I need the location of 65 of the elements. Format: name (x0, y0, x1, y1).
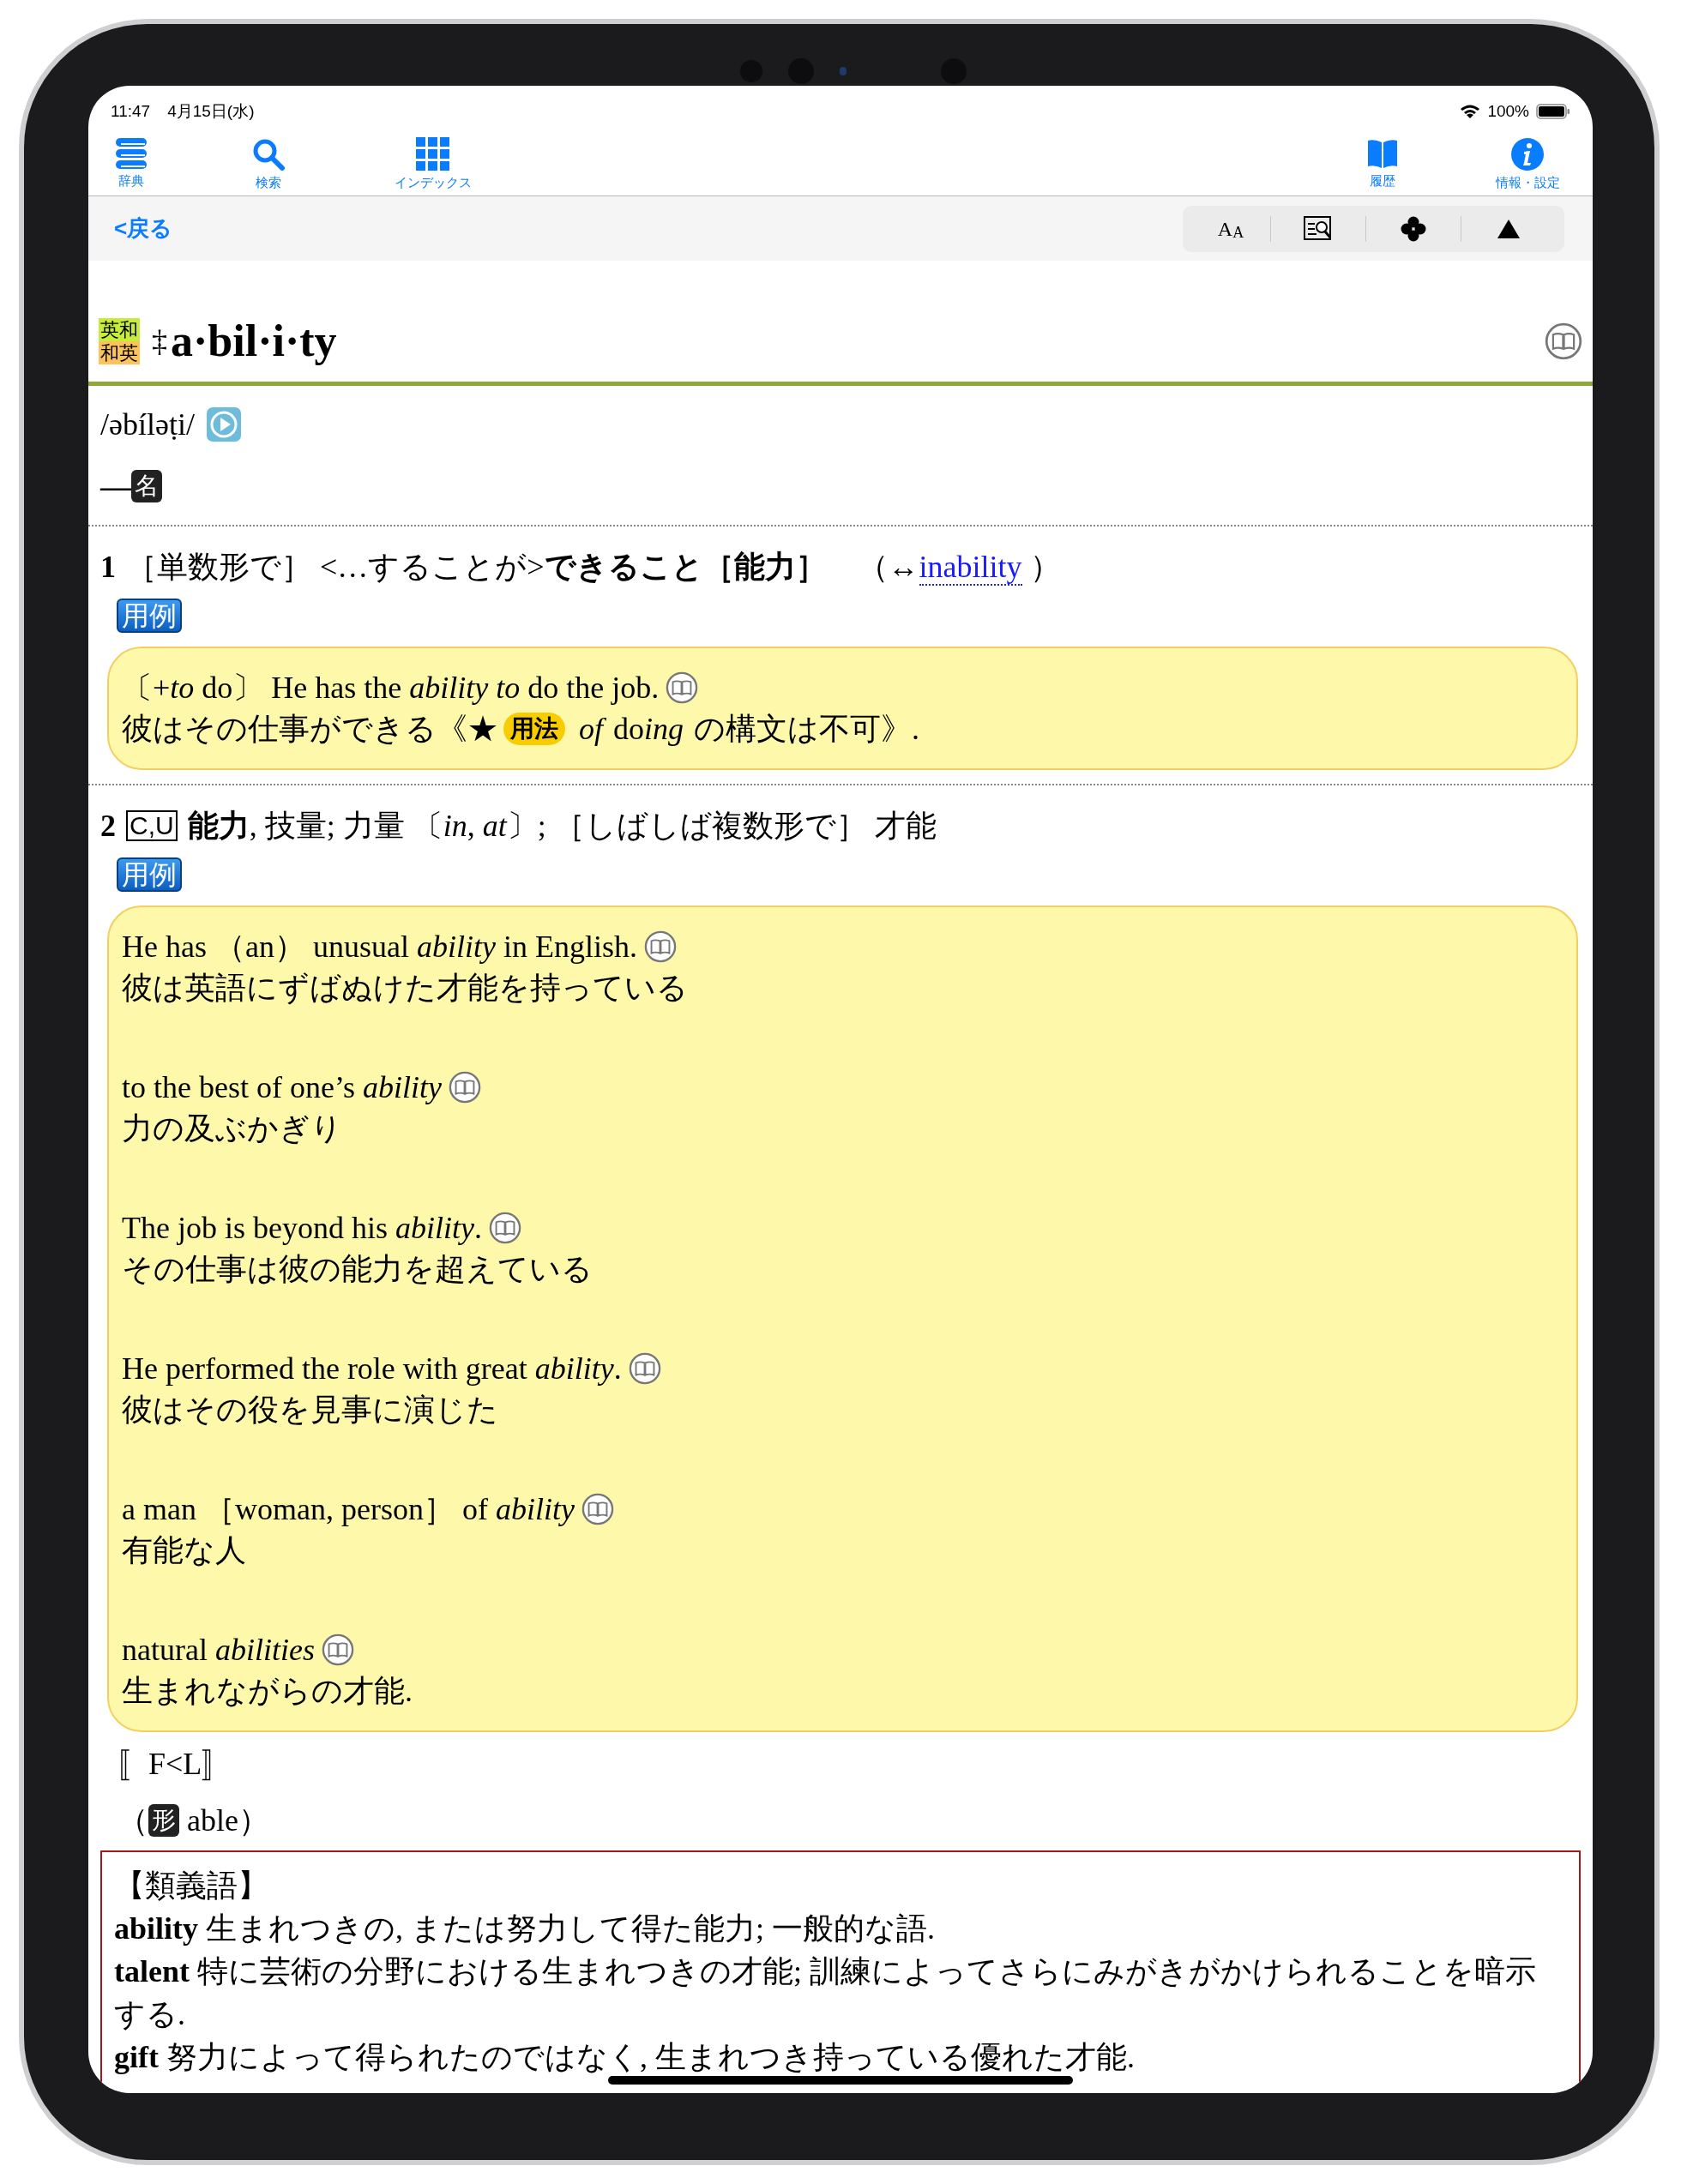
audio-book-icon[interactable] (628, 1352, 661, 1385)
example-japanese: 彼はその役を見事に演じた (122, 1392, 498, 1429)
toolbar-button[interactable]: 履歴 (1340, 136, 1425, 192)
headword: a·bil·i·ty (171, 315, 337, 367)
audio-book-icon[interactable] (321, 1633, 354, 1666)
battery-icon (1536, 103, 1570, 119)
etymology: 〚F<L〛 (117, 1747, 233, 1781)
back-button[interactable]: <戻る (114, 212, 173, 245)
example-japanese: 力の及ぶかぎり (122, 1110, 342, 1147)
example-english: natural abilities (122, 1632, 315, 1669)
sense-definition: ［単数形で］ <…することが>できること［能力］ （↔inability ） (126, 549, 1061, 587)
clover-icon[interactable] (1401, 215, 1426, 242)
toolbar-button[interactable]: 検索 (226, 136, 311, 192)
example-label: 用例 (117, 599, 182, 633)
audio-book-icon[interactable] (489, 1212, 521, 1244)
sense-number: 2 (100, 808, 116, 845)
battery-percent: 100% (1487, 100, 1529, 122)
example-english: 〔+to do〕 He has the ability to do the job. (122, 670, 660, 707)
example-english: He has （an） unusual ability in English. (122, 929, 637, 966)
usage-note: of doing の構文は不可》. (578, 711, 920, 748)
example-japanese: 彼はその仕事ができる《★ (122, 711, 498, 748)
antonym-link[interactable]: inability (919, 550, 1022, 586)
scroll-top-icon[interactable] (1497, 218, 1521, 239)
books-icon (114, 136, 148, 170)
audio-book-icon[interactable] (666, 671, 699, 704)
related-word: able） (186, 1802, 269, 1839)
dictionary-badge: 英和 (99, 317, 140, 341)
audio-book-icon[interactable] (1545, 322, 1582, 360)
pronunciation: /əbíləṭi/ (100, 406, 195, 443)
find-in-page-icon[interactable] (1304, 215, 1333, 242)
stress-mark: ‡ (152, 325, 167, 357)
example-english: a man ［woman, person］ of ability (122, 1491, 575, 1528)
bracket: （ (117, 1802, 148, 1839)
toolbar-button[interactable]: 辞典 (88, 136, 174, 192)
part-of-speech-badge: 名 (131, 470, 162, 502)
status-time: 11:47 (111, 100, 151, 122)
dictionary-badge: 和英 (99, 340, 140, 364)
info-icon (1510, 136, 1545, 171)
example-label: 用例 (117, 857, 182, 892)
example-english: The job is beyond his ability. (122, 1210, 482, 1247)
font-size-button[interactable]: A$_{A}$ (1191, 205, 1270, 252)
synonym-heading: 【類義語】 (114, 1868, 269, 1904)
sense-number: 1 (100, 549, 116, 586)
example-japanese: 彼は英語にずばぬけた才能を持っている (122, 970, 688, 1007)
audio-book-icon[interactable] (448, 1071, 481, 1104)
toolbar-button[interactable]: 情報・設定 (1467, 136, 1588, 192)
wifi-icon (1460, 103, 1481, 119)
toolbar-button[interactable]: インデックス (365, 136, 502, 192)
example-english: He performed the role with great ability. (122, 1351, 622, 1387)
example-japanese: 有能な人 (122, 1532, 246, 1569)
audio-book-icon[interactable] (581, 1493, 614, 1525)
synonym-entry: gift 努力によって得られたのではなく, 生まれつき持っている優れた才能. (114, 2039, 1136, 2076)
example-japanese: その仕事は彼の能力を超えている (122, 1251, 593, 1288)
grammar-label: C,U (126, 810, 178, 841)
synonym-entry: talent 特に芸術の分野における生まれつきの才能; 訓練によってさらにみがきがかけられることを暗示する. (114, 1953, 1537, 2033)
part-of-speech-badge: 形 (148, 1804, 179, 1837)
sense-definition: 能力, 技量; 力量 〔in, at〕; ［しばしば複数形で］ 才能 (187, 808, 937, 845)
part-of-speech-dash: — (100, 468, 131, 505)
audio-book-icon[interactable] (643, 930, 677, 963)
usage-badge: 用法 (503, 713, 565, 745)
example-japanese: 生まれながらの才能. (122, 1673, 413, 1710)
synonym-entry: ability 生まれつきの, または努力して得た能力; 一般的な語. (114, 1910, 937, 1947)
grid-icon (416, 136, 450, 171)
status-date: 4月15日(水) (167, 100, 255, 122)
example-english: to the best of one’s ability (122, 1069, 442, 1106)
